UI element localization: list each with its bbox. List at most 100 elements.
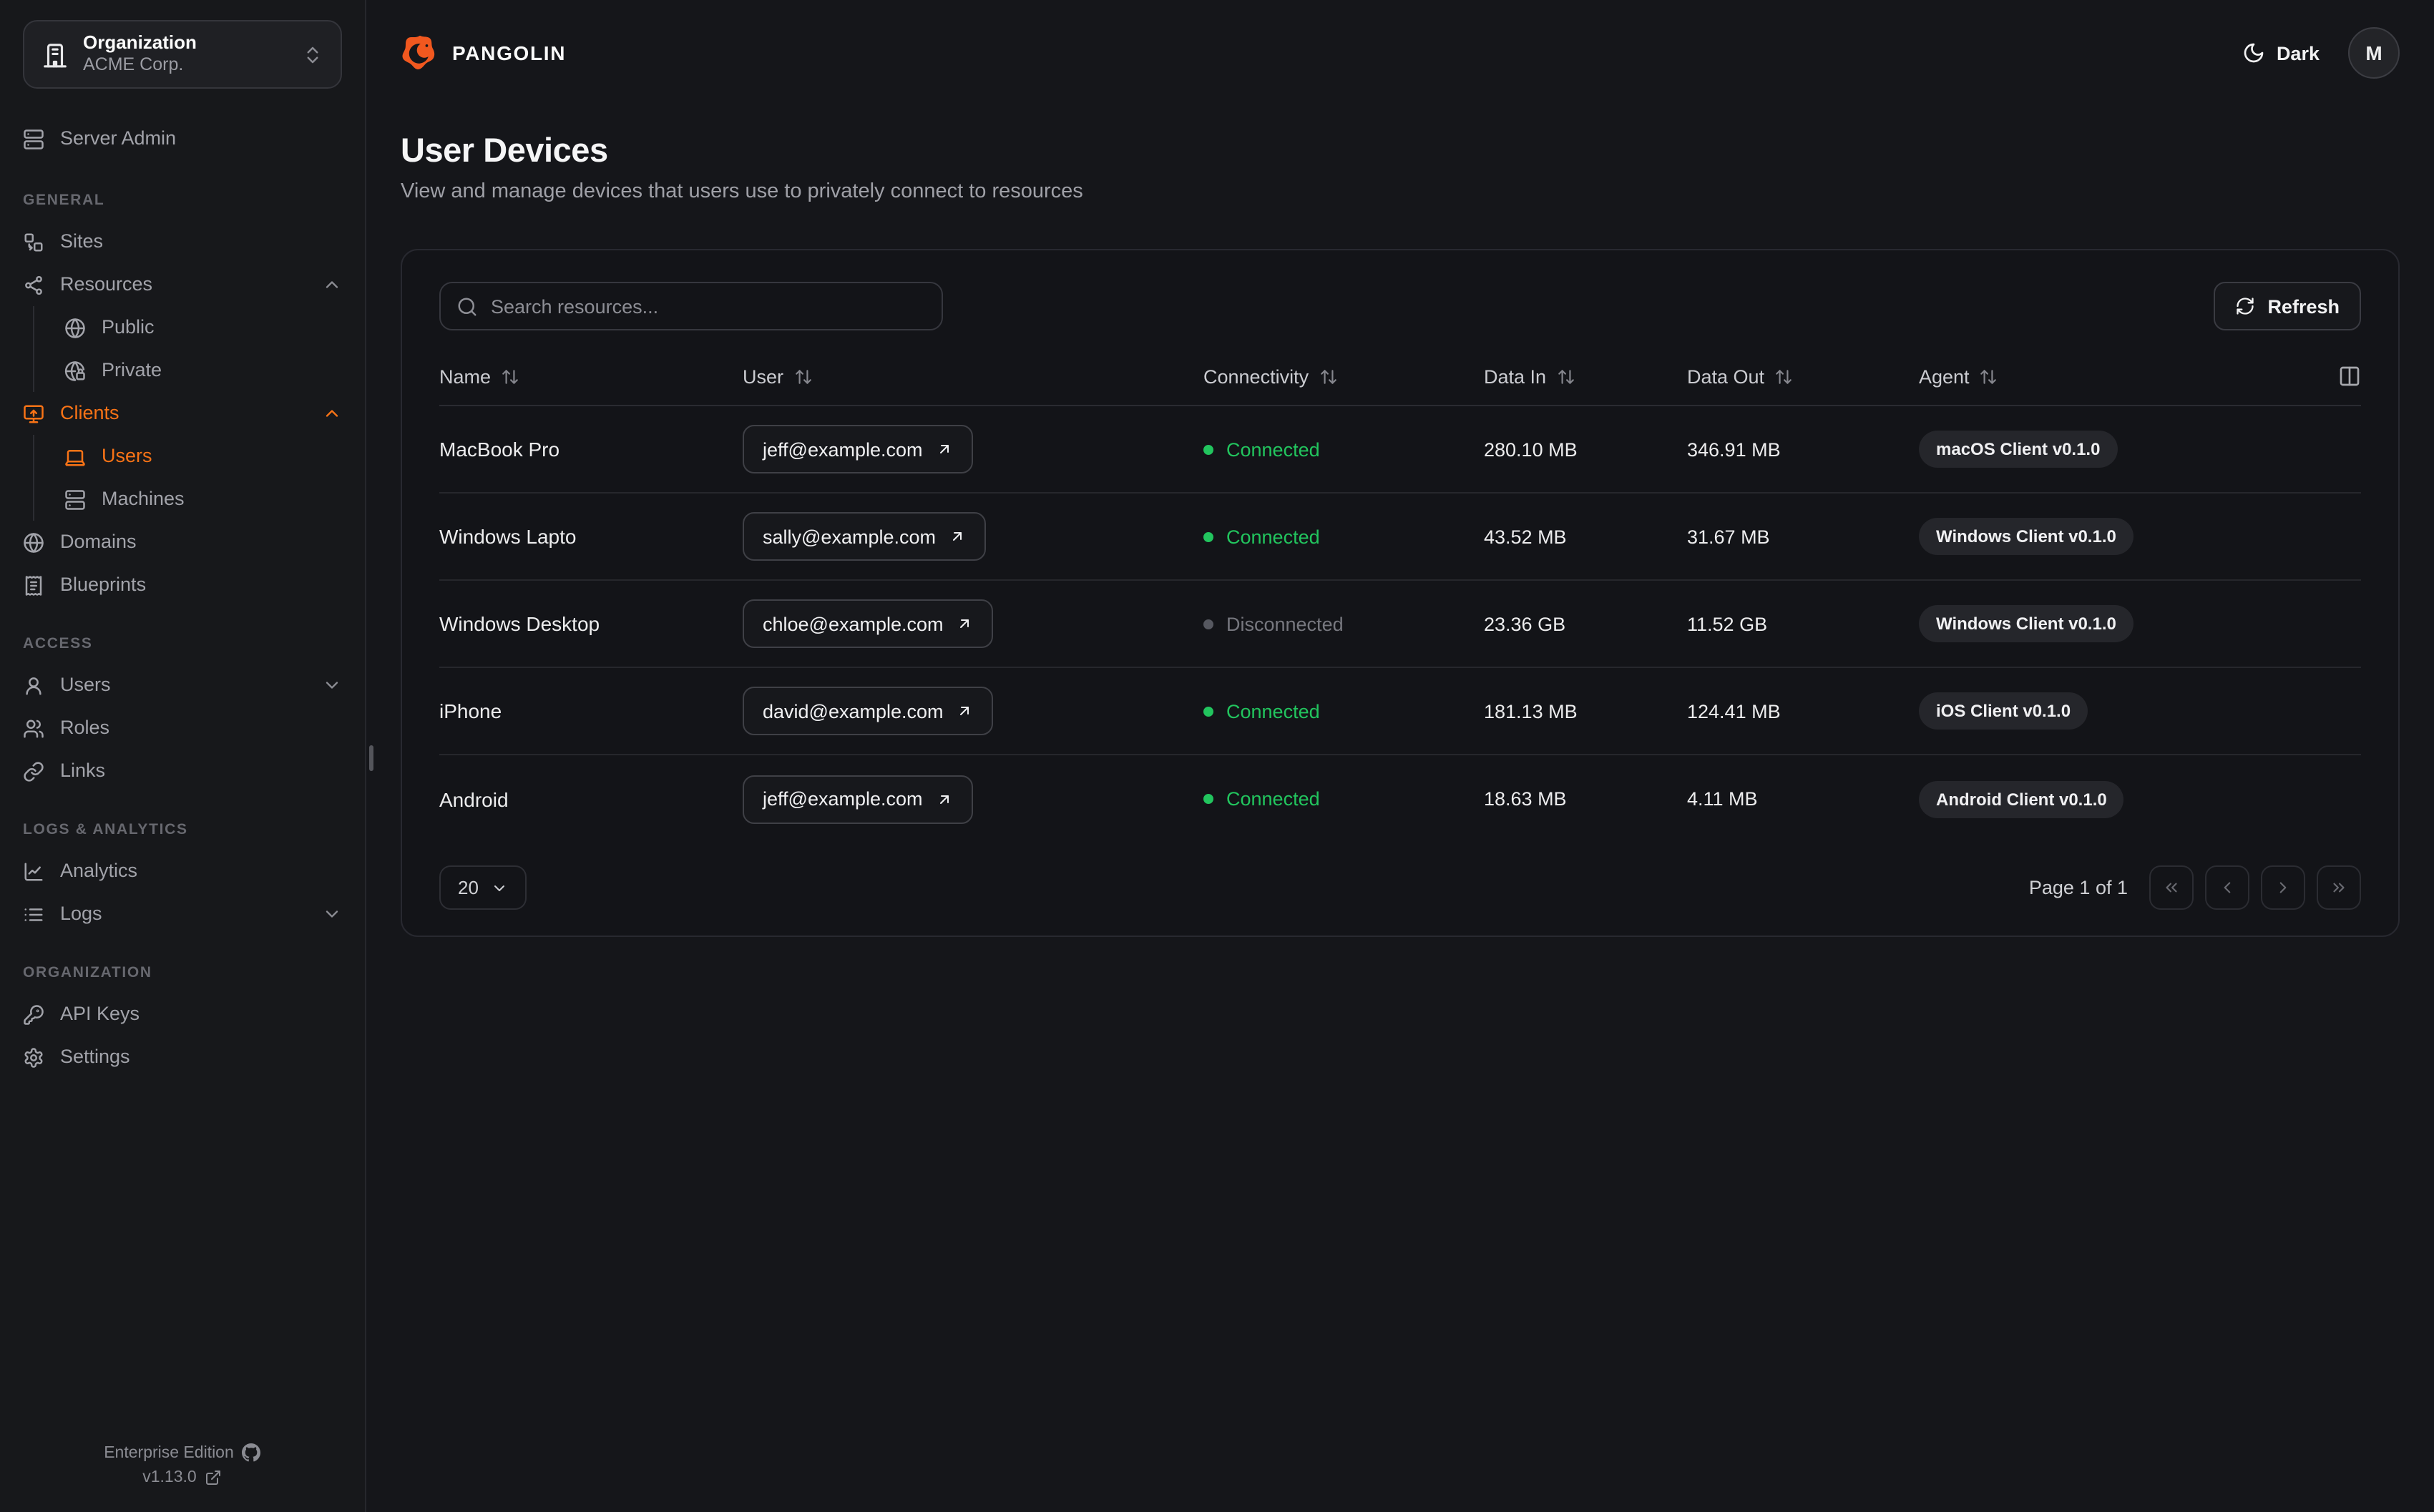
previous-page-button[interactable] (2205, 865, 2249, 910)
user-link-button[interactable]: david@example.com (743, 687, 994, 735)
sidebar-item-private[interactable]: Private (64, 349, 342, 392)
scrollbar-thumb[interactable] (369, 745, 373, 771)
key-icon (23, 1003, 44, 1025)
section-access: ACCESS (23, 635, 93, 652)
first-page-button[interactable] (2149, 865, 2194, 910)
waypoints-icon (23, 274, 44, 295)
status-dot (1203, 794, 1213, 804)
table-row: iPhone david@example.com Connected 181.1… (439, 668, 2361, 755)
user-link-button[interactable]: sally@example.com (743, 512, 986, 561)
status-dot (1203, 706, 1213, 716)
next-page-button[interactable] (2261, 865, 2305, 910)
table-footer: 20 Page 1 of 1 (439, 865, 2361, 910)
connectivity-status: Connected (1203, 700, 1484, 722)
sidebar-item-roles[interactable]: Roles (23, 707, 342, 750)
data-out-value: 11.52 GB (1687, 613, 1768, 634)
sidebar-item-client-users[interactable]: Users (64, 435, 342, 478)
header-name[interactable]: Name (439, 365, 743, 387)
list-icon (23, 903, 44, 925)
agent-badge: Android Client v0.1.0 (1919, 780, 2124, 818)
header-connectivity[interactable]: Connectivity (1203, 365, 1484, 387)
laptop-icon (64, 446, 86, 467)
github-icon[interactable] (242, 1443, 261, 1462)
header-data-in[interactable]: Data In (1484, 365, 1687, 387)
sidebar-item-api-keys[interactable]: API Keys (23, 993, 342, 1036)
server-icon (64, 489, 86, 510)
gear-icon (23, 1046, 44, 1068)
device-name: Windows Desktop (439, 612, 600, 635)
search-input[interactable] (491, 295, 926, 317)
brand[interactable]: PANGOLIN (401, 34, 566, 72)
pangolin-logo-icon (401, 34, 439, 72)
sidebar-item-logs[interactable]: Logs (23, 893, 342, 936)
sidebar-item-analytics[interactable]: Analytics (23, 850, 342, 893)
table-header-row: Name User Connectivity Data In Data Out … (439, 365, 2361, 406)
chevron-down-icon (492, 879, 509, 896)
monitor-up-icon (23, 403, 44, 424)
sidebar-item-access-users[interactable]: Users (23, 664, 342, 707)
data-in-value: 280.10 MB (1484, 438, 1578, 460)
sort-icon (1980, 367, 1998, 386)
sidebar-item-public[interactable]: Public (64, 306, 342, 349)
user-link-button[interactable]: jeff@example.com (743, 425, 973, 473)
sort-icon (1556, 367, 1575, 386)
app-window: Organization ACME Corp. Server Admin GEN… (0, 0, 2434, 1512)
avatar[interactable]: M (2348, 27, 2400, 79)
edition-label: Enterprise Edition (104, 1444, 234, 1461)
data-in-value: 181.13 MB (1484, 700, 1578, 722)
status-dot (1203, 444, 1213, 454)
arrow-up-right-icon (957, 702, 974, 720)
top-bar: PANGOLIN Dark M (401, 27, 2400, 79)
refresh-icon (2234, 296, 2254, 316)
header-data-out[interactable]: Data Out (1687, 365, 1919, 387)
chevron-up-icon (322, 403, 342, 423)
theme-toggle[interactable]: Dark (2242, 41, 2320, 64)
sidebar-item-domains[interactable]: Domains (23, 521, 342, 564)
brand-name: PANGOLIN (452, 41, 567, 64)
refresh-button[interactable]: Refresh (2213, 282, 2361, 330)
status-dot (1203, 619, 1213, 629)
column-visibility-button[interactable] (2338, 365, 2361, 388)
sidebar-item-server-admin[interactable]: Server Admin (23, 117, 342, 160)
data-out-value: 124.41 MB (1687, 700, 1781, 722)
user-link-button[interactable]: chloe@example.com (743, 599, 994, 648)
page-size-select[interactable]: 20 (439, 865, 527, 910)
user-link-button[interactable]: jeff@example.com (743, 775, 973, 823)
sidebar-item-sites[interactable]: Sites (23, 220, 342, 263)
org-selector[interactable]: Organization ACME Corp. (23, 20, 342, 89)
user-icon (23, 674, 44, 696)
sort-icon (1774, 367, 1793, 386)
server-icon (23, 128, 44, 149)
sidebar-item-resources[interactable]: Resources (23, 263, 342, 306)
sort-icon (793, 367, 812, 386)
pager-buttons (2149, 865, 2361, 910)
table-row: Android jeff@example.com Connected 18.63… (439, 755, 2361, 843)
connectivity-status: Disconnected (1203, 613, 1484, 634)
data-in-value: 43.52 MB (1484, 526, 1567, 547)
page-title: User Devices (401, 132, 608, 169)
moon-icon (2242, 41, 2265, 64)
sidebar-item-machines[interactable]: Machines (64, 478, 342, 521)
pager: Page 1 of 1 (2029, 865, 2361, 910)
main-content: PANGOLIN Dark M User Devices View and ma… (366, 0, 2434, 1512)
table-row: Windows Lapto sally@example.com Connecte… (439, 494, 2361, 581)
header-user[interactable]: User (743, 365, 1203, 387)
sidebar-item-blueprints[interactable]: Blueprints (23, 564, 342, 607)
sidebar-item-settings[interactable]: Settings (23, 1036, 342, 1079)
sidebar-item-clients[interactable]: Clients (23, 392, 342, 435)
connectivity-status: Connected (1203, 438, 1484, 460)
agent-badge: macOS Client v0.1.0 (1919, 431, 2118, 468)
header-agent[interactable]: Agent (1919, 365, 2304, 387)
section-organization: ORGANIZATION (23, 964, 152, 981)
data-in-value: 23.36 GB (1484, 613, 1566, 634)
sidebar-item-links[interactable]: Links (23, 750, 342, 792)
devices-card: Refresh Name User Connectivity (401, 249, 2400, 937)
external-link-icon[interactable] (205, 1469, 223, 1486)
sites-icon (23, 231, 44, 252)
sidebar-footer: Enterprise Edition v1.13.0 (23, 1443, 342, 1492)
page-indicator: Page 1 of 1 (2028, 877, 2128, 898)
arrow-up-right-icon (957, 615, 974, 632)
last-page-button[interactable] (2317, 865, 2361, 910)
connectivity-status: Connected (1203, 788, 1484, 810)
status-dot (1203, 531, 1213, 541)
